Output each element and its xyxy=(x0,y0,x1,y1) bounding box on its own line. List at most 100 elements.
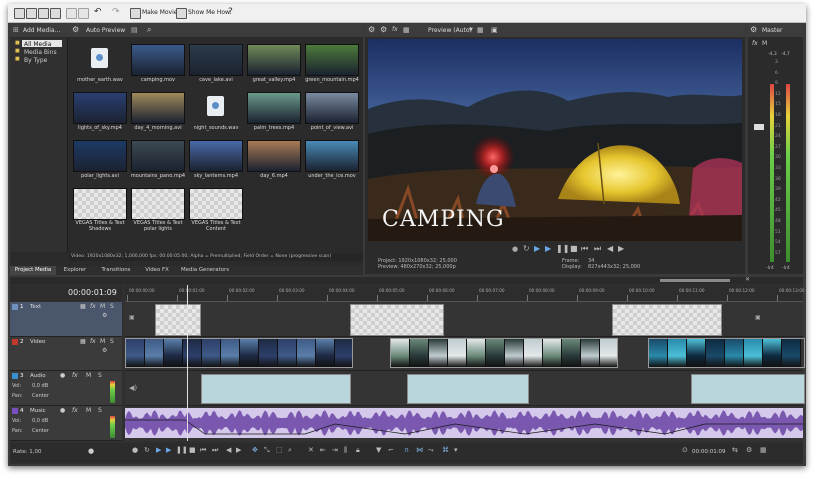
text-event-clip[interactable] xyxy=(155,304,201,336)
overlays-icon[interactable]: ▦ xyxy=(477,26,484,34)
track-fx-button[interactable]: fx xyxy=(90,338,96,345)
new-project-icon[interactable] xyxy=(14,8,25,19)
pause-icon[interactable]: ❚❚ xyxy=(176,446,188,454)
make-movie-button[interactable]: Make Movie xyxy=(142,9,177,16)
go-to-end-icon[interactable]: ⏭ xyxy=(212,446,218,455)
ignore-grouping-icon[interactable]: ▾ xyxy=(454,446,458,454)
media-item[interactable]: lights_of_sky.mp4 xyxy=(69,90,131,136)
master-fader-handle[interactable] xyxy=(754,124,764,130)
timeline-ruler[interactable]: 00:00:00:00 00:00:01:00 00:00:02:00 00:00:0… xyxy=(125,285,805,302)
auto-ripple-icon[interactable]: ⤳ xyxy=(428,446,434,455)
pan-value[interactable]: Center xyxy=(32,428,49,434)
audio-event-clip[interactable] xyxy=(407,374,529,404)
grid-icon[interactable]: ▦ xyxy=(760,446,767,454)
video-event-clip[interactable] xyxy=(390,338,618,368)
track-compositing-icon[interactable]: ⚙ xyxy=(102,347,107,354)
track-mute-button[interactable]: M xyxy=(100,338,105,345)
delete-icon[interactable]: ✕ xyxy=(308,446,314,454)
normal-edit-tool-icon[interactable]: ✥ xyxy=(252,446,258,454)
track-header-music[interactable]: 4 Music ● fx M S Vol: 0,0 dB Pan: Center xyxy=(10,406,122,441)
track-name-video[interactable]: Video xyxy=(30,339,45,345)
track-solo-button[interactable]: S xyxy=(98,372,102,379)
track-compositing-icon[interactable]: ⚙ xyxy=(102,312,107,319)
tab-transitions[interactable]: Transitions xyxy=(94,266,138,275)
vol-value[interactable]: 0,0 dB xyxy=(32,418,48,424)
track-header-video[interactable]: 2 Video ▦ fx M S ⚙ xyxy=(10,337,122,371)
text-event-clip[interactable] xyxy=(350,304,444,336)
trim-icon[interactable]: ⇤ xyxy=(320,446,326,454)
track-arm-record-icon[interactable]: ● xyxy=(60,372,65,379)
media-item[interactable]: palm_trees.mp4 xyxy=(243,90,305,136)
media-item[interactable]: mountains_pano.mp4 xyxy=(127,138,189,184)
open-icon[interactable] xyxy=(26,8,37,19)
cut-icon[interactable] xyxy=(66,8,77,19)
media-item[interactable]: night_sounds.wav xyxy=(185,90,247,136)
track-mute-button[interactable]: M xyxy=(86,372,91,379)
track-fx-button[interactable]: fx xyxy=(72,372,78,379)
go-to-start-icon[interactable]: ⏮ xyxy=(581,244,588,254)
trim-start-icon[interactable]: ⇥ xyxy=(332,446,338,454)
tree-item-media-bins[interactable]: Media Bins xyxy=(24,49,57,56)
track-mute-button[interactable]: M xyxy=(86,407,91,414)
chevron-down-icon[interactable]: ▼ xyxy=(469,27,473,33)
track-arm-record-icon[interactable]: ● xyxy=(60,407,65,414)
master-fx-icon[interactable]: fx xyxy=(752,40,758,47)
refresh-icon[interactable]: ↻ xyxy=(523,244,530,253)
media-item[interactable]: polar_lights.avi xyxy=(69,138,131,184)
media-item[interactable]: cave_lake.avi xyxy=(185,42,247,88)
split-icon[interactable]: ⫼ xyxy=(344,446,347,455)
master-mute-button[interactable]: M xyxy=(762,40,767,47)
video-event-clip[interactable] xyxy=(648,338,805,368)
options-icon[interactable]: ⚙ xyxy=(746,446,752,454)
vol-value[interactable]: 0,0 dB xyxy=(32,383,48,389)
tab-project-media[interactable]: Project Media xyxy=(10,266,56,275)
media-item[interactable]: sky_lanterns.mp4 xyxy=(185,138,247,184)
region-icon[interactable]: ⌐ xyxy=(388,446,394,454)
rate-slider-handle[interactable]: ● xyxy=(88,447,94,455)
master-gear-icon[interactable]: ⚙ xyxy=(750,25,757,34)
track-name-text[interactable]: Text xyxy=(30,304,41,310)
track-solo-button[interactable]: S xyxy=(98,407,102,414)
playhead-cursor[interactable] xyxy=(187,285,188,441)
play-icon[interactable]: ▶ xyxy=(534,244,540,253)
properties-icon[interactable] xyxy=(50,8,61,19)
loop-playback-icon[interactable]: ↻ xyxy=(144,446,150,454)
video-fx-icon[interactable]: fx xyxy=(392,26,398,33)
selection-tool-icon[interactable]: ⬚ xyxy=(276,446,283,454)
track-header-audio[interactable]: 3 Audio ● fx M S Vol: 0,0 dB Pan: Center xyxy=(10,371,122,406)
track-fx-button[interactable]: fx xyxy=(90,303,96,310)
save-icon[interactable] xyxy=(38,8,49,19)
play-from-start-icon[interactable]: ▶ xyxy=(156,446,161,454)
envelope-tool-icon[interactable]: ⤡ xyxy=(264,446,270,455)
auto-preview-toggle[interactable]: Auto Preview xyxy=(86,27,125,34)
help-icon[interactable]: ? xyxy=(228,7,233,17)
track-mute-button[interactable]: M xyxy=(100,303,105,310)
go-to-end-icon[interactable]: ⏭ xyxy=(594,244,601,254)
media-item[interactable]: VEGAS Titles & Text polar lights xyxy=(127,186,189,232)
view-mode-icon[interactable]: ▤ xyxy=(131,26,138,34)
next-frame-icon[interactable]: ▶ xyxy=(236,446,241,454)
media-item[interactable]: day_4_morning.avi xyxy=(127,90,189,136)
media-item[interactable]: point_of_view.avi xyxy=(301,90,363,136)
record-icon[interactable]: ● xyxy=(132,446,138,454)
playback-rate[interactable]: Rate: 1,00 xyxy=(13,449,41,455)
close-icon[interactable]: ✕ xyxy=(745,276,750,283)
undo-icon[interactable]: ↶ xyxy=(94,7,102,17)
media-item[interactable]: camping.mov xyxy=(127,42,189,88)
stop-icon[interactable]: ■ xyxy=(570,244,578,253)
split-screen-icon[interactable]: ▦ xyxy=(403,26,410,34)
track-fx-icon[interactable]: ▦ xyxy=(80,303,86,310)
loop-icon[interactable]: ● xyxy=(512,245,518,253)
snapping-icon[interactable]: ∩ xyxy=(404,446,409,454)
audio-event-clip[interactable] xyxy=(691,374,805,404)
media-item[interactable]: mother_earth.wav xyxy=(69,42,131,88)
go-to-start-icon[interactable]: ⏮ xyxy=(200,446,206,455)
timeline-zoom-scroll[interactable] xyxy=(660,279,730,282)
media-item[interactable]: great_valley.mp4 xyxy=(243,42,305,88)
track-solo-button[interactable]: S xyxy=(110,338,114,345)
track-name-music[interactable]: Music xyxy=(30,408,46,414)
previous-frame-icon[interactable]: ◀ xyxy=(607,244,613,253)
play-icon[interactable]: ▶ xyxy=(166,446,171,454)
copy-snapshot-icon[interactable]: ▣ xyxy=(491,26,498,34)
video-event-clip[interactable] xyxy=(125,338,353,368)
